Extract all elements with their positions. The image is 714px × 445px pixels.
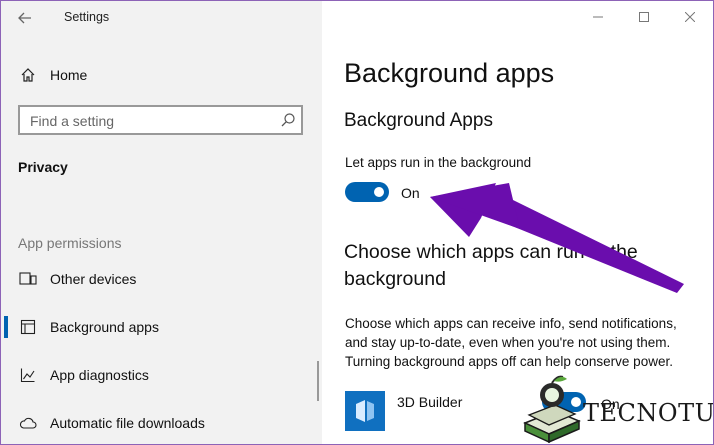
- search-icon: [280, 112, 296, 128]
- background-apps-icon: [18, 317, 38, 337]
- search-input[interactable]: Find a setting: [18, 105, 303, 135]
- choose-apps-description: Choose which apps can receive info, send…: [345, 316, 677, 369]
- devices-icon: [18, 269, 38, 289]
- back-button[interactable]: [9, 5, 41, 31]
- back-arrow-icon: [18, 12, 31, 24]
- selected-indicator: [4, 316, 8, 338]
- section-title: Background Apps: [344, 110, 493, 131]
- page-title: Background apps: [344, 58, 555, 88]
- toggle-knob: [374, 187, 384, 197]
- cloud-icon: [18, 413, 38, 433]
- maximize-button[interactable]: [621, 1, 667, 33]
- close-icon: [685, 12, 695, 22]
- watermark-books-icon: [523, 375, 581, 444]
- sidebar-item-home[interactable]: Home: [1, 59, 322, 91]
- sidebar-scrollbar[interactable]: [317, 361, 319, 401]
- settings-window: Settings Home Find a setting Privacy App…: [0, 0, 714, 445]
- sidebar-item-label: Background apps: [50, 319, 159, 335]
- window-controls: [575, 1, 713, 33]
- sidebar-item-label: Automatic file downloads: [50, 415, 205, 431]
- sidebar-item-automatic-file-downloads[interactable]: Automatic file downloads: [1, 404, 322, 442]
- section-title-privacy: Privacy: [18, 159, 68, 175]
- close-button[interactable]: [667, 1, 713, 33]
- sidebar-item-background-apps[interactable]: Background apps: [1, 308, 322, 346]
- sidebar-item-label: Other devices: [50, 271, 137, 287]
- background-apps-toggle[interactable]: [345, 182, 389, 202]
- choose-apps-title: Choose which apps can run in the backgro…: [344, 241, 638, 290]
- toggle-state-label: On: [401, 185, 420, 201]
- watermark-logo: TECNOTUTO: [521, 371, 713, 444]
- search-placeholder: Find a setting: [30, 113, 115, 129]
- app-name: 3D Builder: [397, 394, 463, 410]
- sidebar-item-label: Home: [50, 67, 88, 83]
- window-title: Settings: [64, 10, 110, 24]
- home-icon: [18, 65, 38, 85]
- sidebar-item-label: App diagnostics: [50, 367, 149, 383]
- sidebar-item-other-devices[interactable]: Other devices: [1, 260, 322, 298]
- sidebar-item-app-diagnostics[interactable]: App diagnostics: [1, 356, 322, 394]
- toggle-label: Let apps run in the background: [345, 155, 532, 170]
- group-title-app-permissions: App permissions: [18, 235, 122, 251]
- sidebar: Settings Home Find a setting Privacy App…: [1, 1, 322, 444]
- 3d-builder-app-icon: [345, 391, 385, 431]
- maximize-icon: [639, 12, 649, 22]
- watermark-text: TECNOTUTO: [583, 399, 714, 427]
- diagnostics-icon: [18, 365, 38, 385]
- minimize-button[interactable]: [575, 1, 621, 33]
- minimize-icon: [593, 16, 603, 18]
